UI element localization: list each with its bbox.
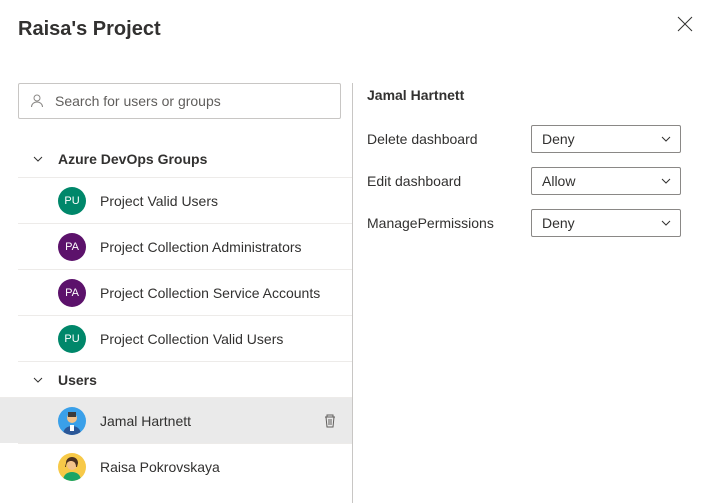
search-input[interactable] [53, 92, 330, 110]
close-button[interactable] [673, 12, 697, 36]
delete-button[interactable] [322, 413, 338, 429]
user-item-name: Raisa Pokrovskaya [100, 459, 220, 475]
permission-row: Delete dashboard Deny [367, 125, 681, 153]
divider [352, 83, 353, 503]
chevron-down-icon [18, 153, 58, 165]
detail-user-name: Jamal Hartnett [367, 87, 681, 103]
chevron-down-icon [660, 175, 672, 187]
group-item-name: Project Collection Service Accounts [100, 285, 320, 301]
group-item[interactable]: PA Project Collection Administrators [18, 223, 352, 269]
group-item-name: Project Collection Valid Users [100, 331, 283, 347]
group-item[interactable]: PU Project Collection Valid Users [18, 315, 352, 361]
group-item[interactable]: PU Project Valid Users [18, 177, 352, 223]
chevron-down-icon [18, 374, 58, 386]
group-header-azure[interactable]: Azure DevOps Groups [18, 141, 352, 177]
permission-label: ManagePermissions [367, 215, 494, 231]
group-label: Users [58, 372, 97, 388]
trash-icon [322, 413, 338, 429]
avatar: PA [58, 279, 86, 307]
group-item[interactable]: PA Project Collection Service Accounts [18, 269, 352, 315]
avatar: PU [58, 187, 86, 215]
dropdown-value: Deny [542, 215, 575, 231]
permission-dropdown[interactable]: Allow [531, 167, 681, 195]
chevron-down-icon [660, 133, 672, 145]
user-item[interactable]: Jamal Hartnett [0, 397, 352, 443]
dropdown-value: Deny [542, 131, 575, 147]
right-panel: Jamal Hartnett Delete dashboard Deny Edi… [367, 83, 711, 503]
group-item-name: Project Collection Administrators [100, 239, 302, 255]
dropdown-value: Allow [542, 173, 575, 189]
group-label: Azure DevOps Groups [58, 151, 207, 167]
permission-label: Delete dashboard [367, 131, 478, 147]
person-icon [29, 93, 45, 109]
user-item[interactable]: Raisa Pokrovskaya [18, 443, 352, 489]
avatar [58, 453, 86, 481]
left-panel: Azure DevOps Groups PU Project Valid Use… [0, 83, 352, 503]
permission-row: ManagePermissions Deny [367, 209, 681, 237]
permission-dropdown[interactable]: Deny [531, 125, 681, 153]
user-item-name: Jamal Hartnett [100, 413, 191, 429]
permission-label: Edit dashboard [367, 173, 461, 189]
group-header-users[interactable]: Users [18, 361, 352, 397]
avatar: PA [58, 233, 86, 261]
group-item-name: Project Valid Users [100, 193, 218, 209]
avatar: PU [58, 325, 86, 353]
page-title: Raisa's Project [0, 0, 711, 41]
close-icon [677, 16, 693, 32]
permission-row: Edit dashboard Allow [367, 167, 681, 195]
permission-dropdown[interactable]: Deny [531, 209, 681, 237]
chevron-down-icon [660, 217, 672, 229]
avatar [58, 407, 86, 435]
search-input-container[interactable] [18, 83, 341, 119]
